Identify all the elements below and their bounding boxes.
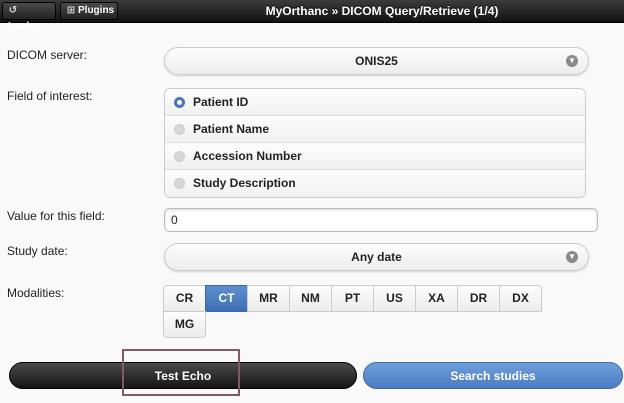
radio-unselected-icon: [174, 124, 185, 135]
radio-label: Patient ID: [193, 95, 249, 109]
page-title: MyOrthanc » DICOM Query/Retrieve (1/4): [265, 4, 499, 18]
modality-pt[interactable]: PT: [331, 285, 374, 312]
radio-patient-name[interactable]: Patient Name: [165, 116, 585, 143]
radio-unselected-icon: [174, 178, 185, 189]
modalities-group: CR CT MR NM PT US XA DR DX MG: [163, 285, 558, 338]
modality-dx[interactable]: DX: [499, 285, 542, 312]
plugins-label: Plugins: [78, 5, 115, 16]
modality-mr[interactable]: MR: [247, 285, 290, 312]
radio-accession-number[interactable]: Accession Number: [165, 143, 585, 170]
modalities-label: Modalities:: [7, 286, 65, 300]
modality-mg[interactable]: MG: [163, 311, 206, 338]
radio-label: Accession Number: [193, 149, 302, 163]
search-studies-button[interactable]: Search studies: [363, 362, 623, 389]
modality-us[interactable]: US: [373, 285, 416, 312]
lookup-label: Lookup: [8, 21, 45, 32]
value-input[interactable]: 0: [164, 208, 598, 232]
chevron-down-icon: ▼: [566, 251, 578, 263]
modality-xa[interactable]: XA: [415, 285, 458, 312]
date-label: Study date:: [7, 244, 68, 258]
plugins-button[interactable]: ⊞ Plugins: [60, 2, 118, 20]
date-value: Any date: [351, 250, 402, 264]
modality-nm[interactable]: NM: [289, 285, 332, 312]
server-select[interactable]: ONIS25 ▼: [164, 47, 589, 75]
header-bar: ↺ Lookup ⊞ Plugins MyOrthanc » DICOM Query…: [0, 0, 624, 32]
radio-selected-icon: [174, 97, 185, 108]
field-label: Field of interest:: [7, 89, 93, 103]
radio-label: Patient Name: [193, 122, 270, 136]
field-radio-group: Patient ID Patient Name Accession Number…: [164, 88, 586, 198]
modality-ct[interactable]: CT: [205, 285, 248, 312]
modality-dr[interactable]: DR: [457, 285, 500, 312]
radio-label: Study Description: [193, 176, 296, 190]
radio-patient-id[interactable]: Patient ID: [165, 89, 585, 116]
modality-cr[interactable]: CR: [163, 285, 206, 312]
server-value: ONIS25: [355, 54, 398, 68]
date-select[interactable]: Any date ▼: [164, 243, 589, 271]
server-label: DICOM server:: [7, 48, 88, 62]
radio-study-description[interactable]: Study Description: [165, 170, 585, 197]
radio-unselected-icon: [174, 151, 185, 162]
test-echo-button[interactable]: Test Echo: [9, 362, 357, 389]
value-label: Value for this field:: [7, 209, 105, 223]
lookup-button[interactable]: ↺ Lookup: [2, 2, 56, 32]
chevron-down-icon: ▼: [566, 55, 578, 67]
lookup-icon: ↺: [8, 5, 18, 16]
grid-icon: ⊞: [66, 5, 76, 16]
